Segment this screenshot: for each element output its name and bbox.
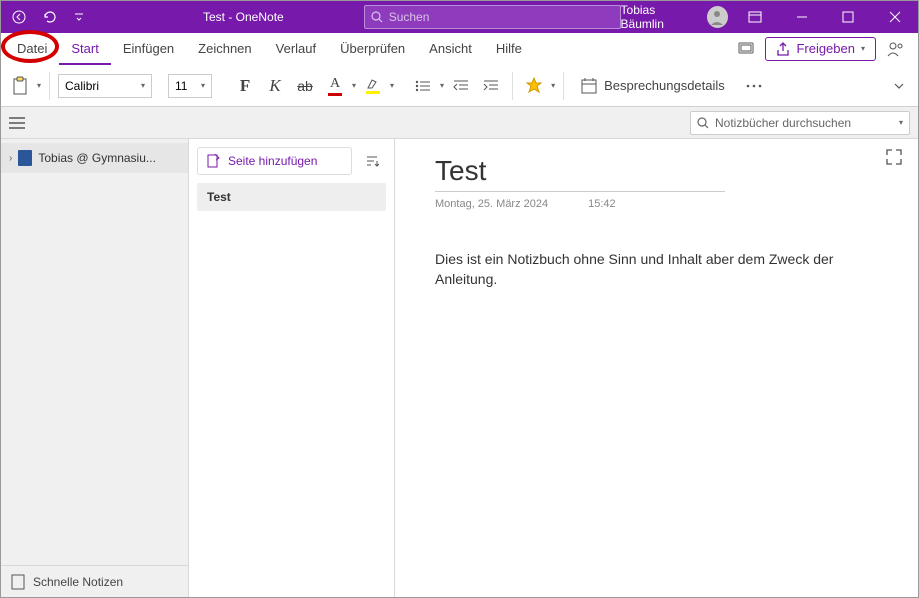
font-name-select[interactable]: Calibri▾: [58, 74, 152, 98]
tab-ueberpruefen[interactable]: Überprüfen: [328, 33, 417, 65]
search-icon: [371, 11, 383, 23]
tab-datei[interactable]: Datei: [5, 33, 59, 65]
font-color-dropdown-icon[interactable]: ▾: [352, 81, 356, 90]
comments-icon[interactable]: [733, 34, 759, 64]
highlight-dropdown-icon[interactable]: ▾: [390, 81, 394, 90]
back-icon[interactable]: [5, 3, 33, 31]
chevron-down-icon[interactable]: ▾: [899, 118, 903, 127]
more-commands-icon[interactable]: [741, 71, 767, 101]
notebook-label: Tobias @ Gymnasiu...: [38, 151, 156, 165]
paste-dropdown-icon[interactable]: ▾: [37, 81, 41, 90]
calendar-icon: [580, 77, 598, 95]
subbar: Notizbücher durchsuchen ▾: [1, 107, 918, 139]
strikethrough-button[interactable]: ab: [292, 71, 318, 101]
page-item[interactable]: Test: [197, 183, 386, 211]
tab-start[interactable]: Start: [59, 33, 110, 65]
sort-pages-icon[interactable]: [358, 147, 386, 175]
notebook-item[interactable]: › Tobias @ Gymnasiu...: [1, 143, 188, 173]
hamburger-icon[interactable]: [9, 117, 29, 129]
share-button[interactable]: Freigeben ▾: [765, 37, 876, 61]
chevron-right-icon: ›: [9, 153, 12, 164]
tab-hilfe[interactable]: Hilfe: [484, 33, 534, 65]
paste-button[interactable]: [7, 71, 33, 101]
notebook-column: › Tobias @ Gymnasiu... Schnelle Notizen: [1, 139, 189, 597]
search-notebooks-input[interactable]: Notizbücher durchsuchen ▾: [690, 111, 910, 135]
user-name[interactable]: Tobias Bäumlin: [621, 3, 699, 31]
tab-zeichnen[interactable]: Zeichnen: [186, 33, 263, 65]
ribbon-tabs: Datei Start Einfügen Zeichnen Verlauf Üb…: [1, 33, 918, 65]
note-time: 15:42: [588, 198, 616, 210]
minimize-icon[interactable]: [783, 1, 822, 33]
outdent-button[interactable]: [448, 71, 474, 101]
expand-icon[interactable]: [886, 149, 902, 165]
note-date: Montag, 25. März 2024: [435, 198, 548, 210]
share-icon: [776, 42, 790, 56]
bold-button[interactable]: F: [232, 71, 258, 101]
search-placeholder: Suchen: [389, 10, 430, 24]
font-size-select[interactable]: 11▾: [168, 74, 212, 98]
titlebar: Test - OneNote Suchen Tobias Bäumlin: [1, 1, 918, 33]
ribbon-display-icon[interactable]: [736, 1, 775, 33]
search-box[interactable]: Suchen: [364, 5, 621, 29]
tab-einfuegen[interactable]: Einfügen: [111, 33, 186, 65]
window-title: Test - OneNote: [203, 10, 284, 24]
ribbon-toolbar: ▾ Calibri▾ 11▾ F K ab A ▾ ▾ ▾ ▾ Besprech…: [1, 65, 918, 107]
bullets-dropdown-icon[interactable]: ▾: [440, 81, 444, 90]
note-body[interactable]: Dies ist ein Notizbuch ohne Sinn und Inh…: [435, 250, 855, 289]
italic-button[interactable]: K: [262, 71, 288, 101]
tag-button[interactable]: [521, 71, 547, 101]
main: › Tobias @ Gymnasiu... Schnelle Notizen …: [1, 139, 918, 597]
qat-customize-icon[interactable]: [65, 3, 93, 31]
indent-button[interactable]: [478, 71, 504, 101]
title-underline: [435, 191, 725, 192]
tab-verlauf[interactable]: Verlauf: [264, 33, 328, 65]
note-meta: Montag, 25. März 2024 15:42: [435, 198, 878, 210]
add-page-button[interactable]: Seite hinzufügen: [197, 147, 352, 175]
collapse-ribbon-icon[interactable]: [886, 71, 912, 101]
page-icon: [11, 574, 25, 590]
search-icon: [697, 117, 709, 129]
note-title[interactable]: Test: [435, 155, 878, 191]
highlight-button[interactable]: [360, 71, 386, 101]
tab-ansicht[interactable]: Ansicht: [417, 33, 484, 65]
note-canvas[interactable]: Test Montag, 25. März 2024 15:42 Dies is…: [395, 139, 918, 597]
coauthor-icon[interactable]: [882, 34, 908, 64]
avatar[interactable]: [707, 6, 728, 28]
tag-dropdown-icon[interactable]: ▾: [551, 81, 555, 90]
add-page-icon: [206, 154, 220, 168]
font-color-button[interactable]: A: [322, 71, 348, 101]
close-icon[interactable]: [876, 1, 915, 33]
bullets-button[interactable]: [410, 71, 436, 101]
maximize-icon[interactable]: [829, 1, 868, 33]
quick-notes-button[interactable]: Schnelle Notizen: [1, 565, 188, 597]
pages-column: Seite hinzufügen Test: [189, 139, 395, 597]
undo-icon[interactable]: [35, 3, 63, 31]
notebook-icon: [18, 150, 32, 166]
meeting-details-button[interactable]: Besprechungsdetails: [572, 71, 733, 101]
